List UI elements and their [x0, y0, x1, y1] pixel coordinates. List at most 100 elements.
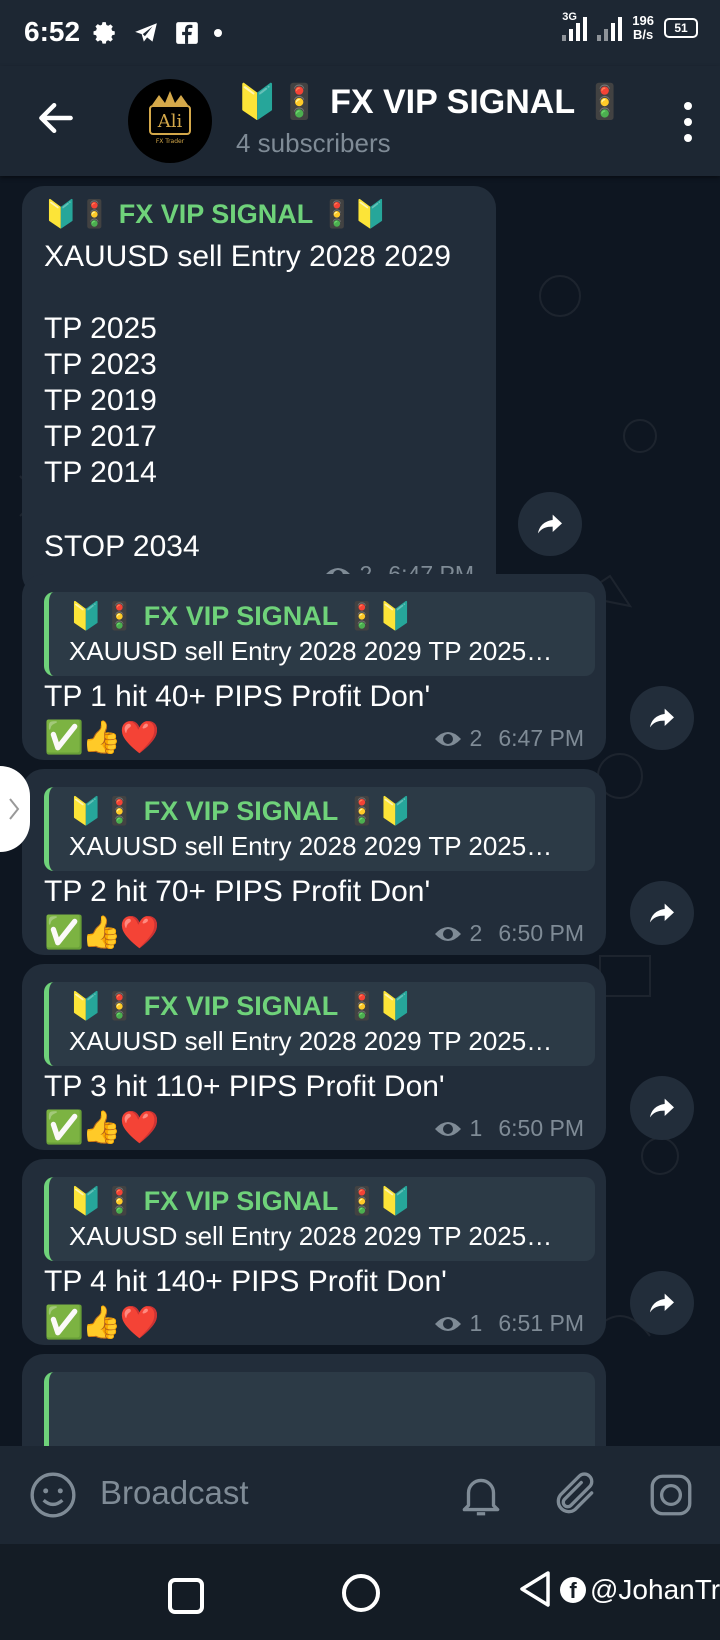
reply-text: TP 1 hit 40+ PIPS Profit Don': [44, 680, 431, 713]
quote-text: XAUUSD sell Entry 2028 2029 TP 2025…: [69, 1221, 553, 1251]
subscriber-count: 4 subscribers: [236, 128, 391, 158]
message-time: 6:50 PM: [498, 1115, 584, 1141]
network-speed: 196 B/s: [632, 14, 654, 42]
forward-button[interactable]: [630, 1271, 694, 1335]
quoted-message[interactable]: 🔰🚦 FX VIP SIGNAL 🚦🔰 XAUUSD sell Entry 202…: [44, 982, 595, 1066]
quote-title: 🔰🚦 FX VIP SIGNAL 🚦🔰: [69, 601, 413, 631]
quote-text: XAUUSD sell Entry 2028 2029 TP 2025…: [69, 1026, 553, 1056]
share-arrow-icon: [650, 1098, 674, 1118]
message-meta: 2 6:47 PM: [434, 725, 584, 752]
quote-title: 🔰🚦 FX VIP SIGNAL 🚦🔰: [69, 1186, 413, 1216]
eye-icon: [434, 1316, 461, 1331]
reply-emoji: ✅👍❤️: [44, 1304, 160, 1340]
message-time: 6:51 PM: [498, 1310, 584, 1336]
post-tp: TP 2023: [44, 348, 157, 381]
emoji-icon[interactable]: [28, 1470, 78, 1520]
broadcast-input[interactable]: Broadcast: [100, 1474, 249, 1512]
reply-emoji: ✅👍❤️: [44, 719, 160, 755]
eye-icon: [434, 1121, 461, 1136]
reply-text: TP 2 hit 70+ PIPS Profit Don': [44, 875, 431, 908]
reply-message[interactable]: 🔰🚦 FX VIP SIGNAL 🚦🔰 XAUUSD sell Entry 202…: [22, 964, 606, 1150]
message-meta: 1 6:50 PM: [434, 1115, 584, 1142]
view-count: 2: [469, 725, 483, 751]
reply-message[interactable]: 🔰🚦 FX VIP SIGNAL 🚦🔰 XAUUSD sell Entry 202…: [22, 1159, 606, 1345]
speed-value: 196: [632, 13, 654, 28]
network-type: 3G: [562, 11, 577, 23]
reply-message-partial[interactable]: [22, 1354, 606, 1446]
battery-icon: 51: [664, 18, 698, 38]
ali-logo-icon: Ali FX Trader: [149, 91, 191, 145]
chevron-right-icon: [9, 798, 20, 820]
quoted-message[interactable]: 🔰🚦 FX VIP SIGNAL 🚦🔰 XAUUSD sell Entry 202…: [44, 787, 595, 871]
share-arrow-icon: [650, 903, 674, 923]
home-button[interactable]: [342, 1574, 380, 1612]
reply-message[interactable]: 🔰🚦 FX VIP SIGNAL 🚦🔰 XAUUSD sell Entry 202…: [22, 769, 606, 955]
channel-avatar[interactable]: Ali FX Trader: [128, 79, 212, 163]
message-meta: 1 6:51 PM: [434, 1310, 584, 1337]
post-tp: TP 2025: [44, 312, 157, 345]
reply-text: TP 4 hit 140+ PIPS Profit Don': [44, 1265, 447, 1298]
reply-text: TP 3 hit 110+ PIPS Profit Don': [44, 1070, 445, 1103]
back-arrow-icon[interactable]: [34, 96, 78, 140]
quote-title: 🔰🚦 FX VIP SIGNAL 🚦🔰: [69, 796, 413, 826]
telegram-icon: [135, 23, 157, 42]
message-time: 6:50 PM: [498, 920, 584, 946]
bell-icon[interactable]: [456, 1470, 506, 1520]
post-header: 🔰🚦 FX VIP SIGNAL 🚦🔰: [44, 199, 388, 229]
more-options-icon[interactable]: [680, 102, 696, 142]
facebook-logo-icon: f: [560, 1577, 586, 1603]
quote-text: XAUUSD sell Entry 2028 2029 TP 2025…: [69, 831, 553, 861]
quoted-message[interactable]: 🔰🚦 FX VIP SIGNAL 🚦🔰 XAUUSD sell Entry 202…: [44, 1177, 595, 1261]
share-arrow-icon: [650, 1293, 674, 1313]
system-navigation-bar: f @JohanTr: [0, 1544, 720, 1640]
post-entry: XAUUSD sell Entry 2028 2029: [44, 240, 451, 273]
eye-icon: [434, 731, 461, 746]
message-list[interactable]: 🔰🚦 FX VIP SIGNAL 🚦🔰 XAUUSD sell Entry 20…: [0, 176, 720, 1446]
avatar-logo-subtext: FX Trader: [156, 138, 185, 145]
forward-button[interactable]: [630, 686, 694, 750]
signal-3g-icon: 3G: [562, 11, 588, 41]
reply-emoji: ✅👍❤️: [44, 1109, 160, 1145]
message-time: 6:47 PM: [498, 725, 584, 751]
eye-icon: [434, 926, 461, 941]
channel-header[interactable]: Ali FX Trader 🔰🚦 FX VIP SIGNAL 🚦🔰 4 subs…: [0, 66, 720, 176]
status-bar: 6:52 3G 196 B/s 51: [0, 0, 720, 66]
camera-icon[interactable]: [646, 1470, 696, 1520]
forward-button[interactable]: [630, 1076, 694, 1140]
forward-button[interactable]: [630, 881, 694, 945]
forward-button[interactable]: [518, 492, 582, 556]
view-count: 2: [469, 920, 483, 946]
quote-text: XAUUSD sell Entry 2028 2029 TP 2025…: [69, 636, 553, 666]
signal-post[interactable]: 🔰🚦 FX VIP SIGNAL 🚦🔰 XAUUSD sell Entry 20…: [22, 186, 496, 596]
quote-title: 🔰🚦 FX VIP SIGNAL 🚦🔰: [69, 991, 413, 1021]
share-arrow-icon: [650, 708, 674, 728]
message-meta: 2 6:50 PM: [434, 920, 584, 947]
view-count: 1: [469, 1310, 483, 1336]
watermark: f @JohanTr: [560, 1574, 720, 1606]
post-tp: TP 2017: [44, 420, 157, 453]
reply-message[interactable]: 🔰🚦 FX VIP SIGNAL 🚦🔰 XAUUSD sell Entry 202…: [22, 574, 606, 760]
post-tp: TP 2014: [44, 456, 157, 489]
dot-icon: [214, 29, 222, 37]
post-stop: STOP 2034: [44, 530, 200, 563]
speed-unit: B/s: [633, 27, 654, 42]
quoted-message[interactable]: 🔰🚦 FX VIP SIGNAL 🚦🔰 XAUUSD sell Entry 202…: [44, 592, 595, 676]
view-count: 1: [469, 1115, 483, 1141]
notification-icons: [92, 16, 222, 50]
reply-emoji: ✅👍❤️: [44, 914, 160, 950]
gear-icon: [93, 22, 115, 44]
signal-icon: [597, 15, 623, 41]
battery-level: 51: [674, 21, 688, 35]
post-tp: TP 2019: [44, 384, 157, 417]
attachment-icon[interactable]: [550, 1470, 600, 1520]
facebook-icon: [176, 22, 198, 44]
channel-title[interactable]: 🔰🚦 FX VIP SIGNAL 🚦🔰: [236, 82, 626, 122]
side-panel-handle[interactable]: [0, 766, 30, 852]
avatar-logo-text: Ali: [157, 111, 183, 132]
recents-button[interactable]: [168, 1578, 204, 1614]
watermark-text: @JohanTr: [590, 1574, 720, 1605]
nav-back-icon[interactable]: [518, 1570, 552, 1608]
share-arrow-icon: [538, 514, 562, 534]
clock: 6:52: [24, 16, 81, 47]
quoted-message[interactable]: [44, 1372, 595, 1446]
